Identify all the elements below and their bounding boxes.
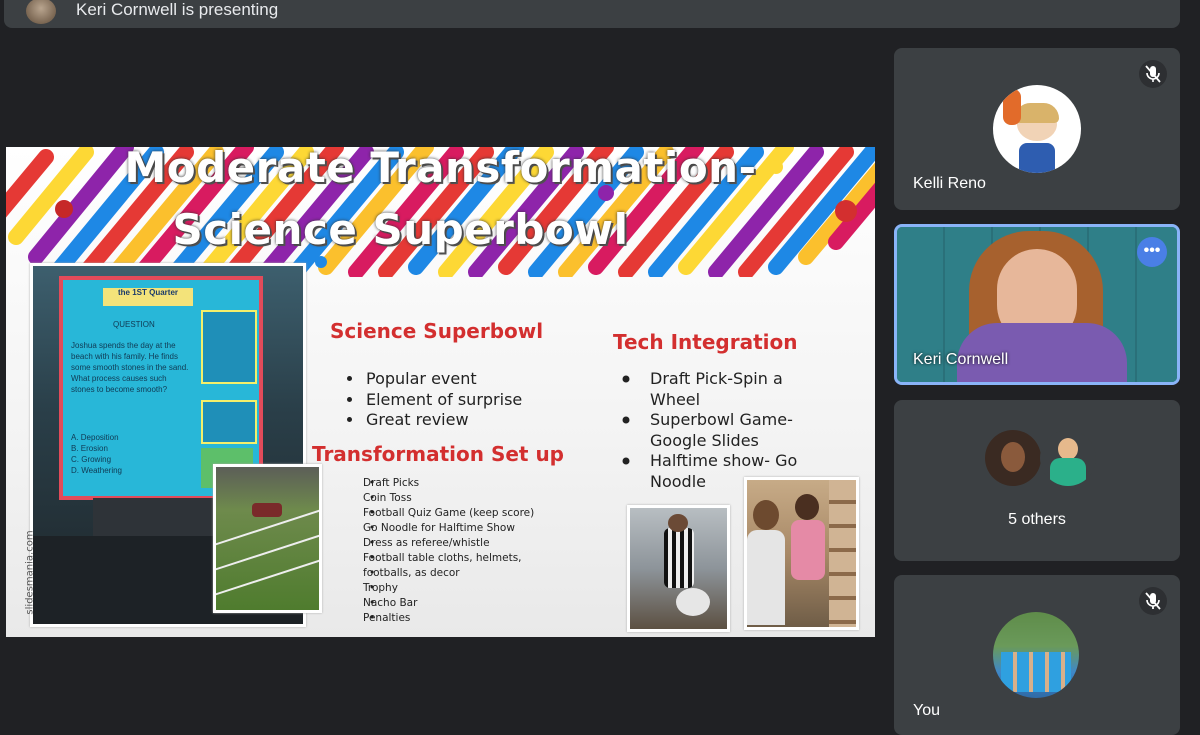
more-options-icon[interactable]: ••• xyxy=(1137,237,1167,267)
participant-tile[interactable]: Kelli Reno xyxy=(894,48,1180,210)
board-header: the 1ST Quarter xyxy=(103,288,193,306)
slide-title-line2: Science Superbowl xyxy=(172,205,629,254)
students-photo xyxy=(744,477,859,630)
list-item-continuation: Google Slides xyxy=(650,430,759,450)
list-item: Nacho Bar xyxy=(363,596,534,611)
list-item: Football table cloths, helmets, xyxy=(363,551,534,566)
list-item-continuation: Wheel xyxy=(650,389,701,409)
board-option: C. Growing xyxy=(71,455,112,464)
list-item: Trophy xyxy=(363,581,534,596)
presenter-avatar xyxy=(26,0,56,24)
presenting-label: Keri Cornwell is presenting xyxy=(76,0,279,19)
list-item: Football Quiz Game (keep score) xyxy=(363,506,534,521)
referee-photo xyxy=(627,505,730,632)
board-option: A. Deposition xyxy=(71,433,119,442)
board-option: B. Erosion xyxy=(71,444,108,453)
board-option: D. Weathering xyxy=(71,466,122,475)
presenting-banner: Keri Cornwell is presenting xyxy=(4,0,1180,28)
list-item-continuation: footballs, as decor xyxy=(363,566,534,581)
participant-avatar xyxy=(993,85,1081,173)
participant-tile-active[interactable]: ••• Keri Cornwell xyxy=(894,224,1180,385)
slide-title-line1: Moderate Transformation- xyxy=(124,147,757,192)
board-question-label: QUESTION xyxy=(113,320,155,329)
tech-bullets xyxy=(622,375,630,465)
list-item: Draft Picks xyxy=(363,476,534,491)
transformation-setup-list: Draft Picks Coin Toss Football Quiz Game… xyxy=(341,476,534,626)
mic-off-icon xyxy=(1139,587,1167,615)
list-item: Element of surprise xyxy=(364,390,522,411)
others-count: 5 others xyxy=(1008,511,1066,528)
participant-name: Kelli Reno xyxy=(913,175,986,192)
participant-avatar xyxy=(985,430,1041,486)
list-item: Penalties xyxy=(363,611,534,626)
list-item: Great review xyxy=(364,410,522,431)
science-superbowl-heading: Science Superbowl xyxy=(330,319,544,343)
science-superbowl-list: Popular event Element of surprise Great … xyxy=(334,369,522,431)
list-item: Halftime show- Go xyxy=(650,451,798,470)
shared-slide: Moderate Transformation- Science Superbo… xyxy=(6,147,875,637)
list-item: Draft Pick-Spin a xyxy=(650,369,783,388)
tech-integration-heading: Tech Integration xyxy=(613,330,798,354)
list-item: Dress as referee/whistle xyxy=(363,536,534,551)
tech-integration-list: Draft Pick-Spin a Wheel Superbowl Game- … xyxy=(618,369,797,492)
list-item: Coin Toss xyxy=(363,491,534,506)
self-tile[interactable]: You xyxy=(894,575,1180,735)
self-avatar xyxy=(993,612,1079,698)
board-question: Joshua spends the day at the beach with … xyxy=(71,341,189,394)
mic-off-icon xyxy=(1139,60,1167,88)
list-item: Go Noodle for Halftime Show xyxy=(363,521,534,536)
participant-avatar xyxy=(1040,430,1096,486)
others-tile[interactable]: 5 others xyxy=(894,400,1180,561)
slidesmania-watermark: slidesmania.com xyxy=(24,530,36,615)
list-item: Popular event xyxy=(364,369,522,390)
participant-name: You xyxy=(913,702,940,719)
transformation-setup-heading: Transformation Set up xyxy=(312,442,564,466)
list-item: Superbowl Game- xyxy=(650,410,793,429)
football-field-photo xyxy=(213,464,322,613)
participant-name: Keri Cornwell xyxy=(913,351,1009,368)
